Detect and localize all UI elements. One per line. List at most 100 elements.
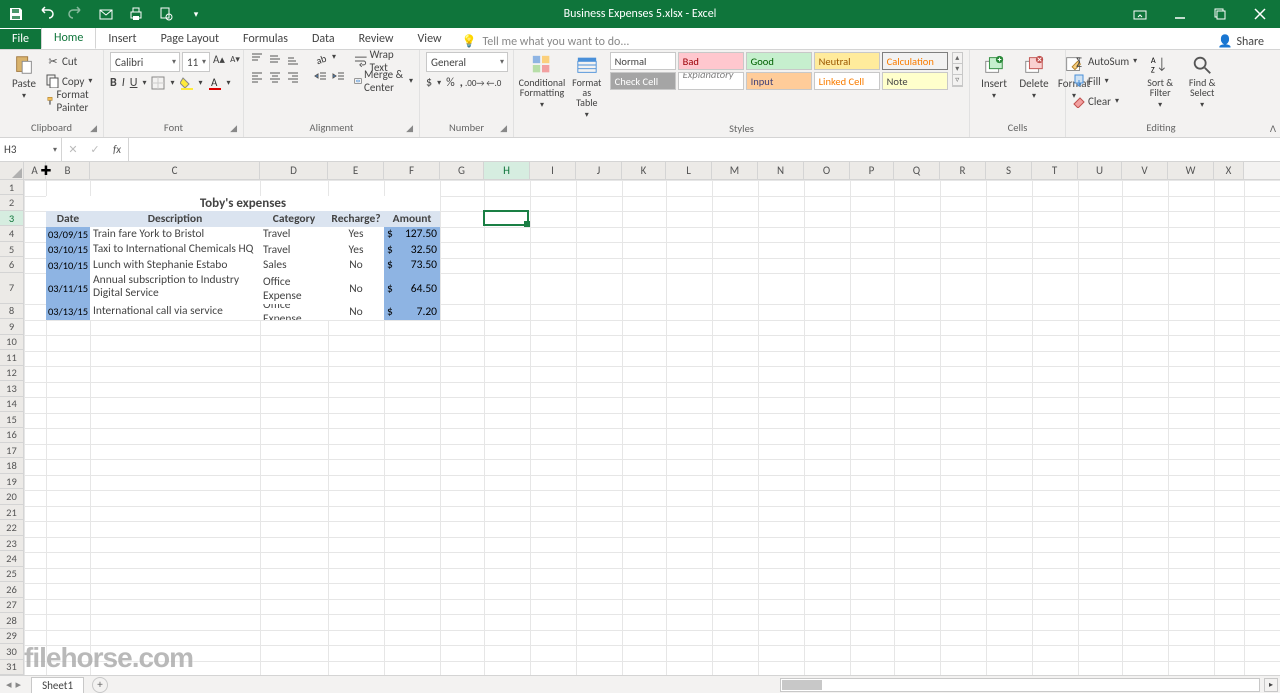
- row-header-9[interactable]: 9: [0, 319, 24, 334]
- font-size-combo[interactable]: 11: [182, 52, 210, 72]
- style-explanatory-[interactable]: Explanatory ...: [678, 72, 744, 90]
- cancel-formula-icon[interactable]: ✕: [62, 143, 84, 156]
- printpreview-icon[interactable]: [158, 6, 174, 22]
- row-header-19[interactable]: 19: [0, 474, 24, 489]
- row-header-27[interactable]: 27: [0, 598, 24, 613]
- col-header-W[interactable]: W: [1168, 162, 1214, 179]
- row-header-14[interactable]: 14: [0, 397, 24, 412]
- percent-format-icon[interactable]: %: [446, 76, 455, 90]
- style-check-cell[interactable]: Check Cell: [610, 72, 676, 90]
- col-header-I[interactable]: I: [530, 162, 576, 179]
- row-header-31[interactable]: 31: [0, 660, 24, 675]
- cell-desc-6[interactable]: Lunch with Stephanie Estabo: [90, 258, 260, 274]
- share-button[interactable]: 👤 Share: [1201, 34, 1280, 49]
- col-header-C[interactable]: C: [90, 162, 260, 179]
- comma-format-icon[interactable]: ,: [460, 76, 463, 90]
- col-header-O[interactable]: O: [804, 162, 850, 179]
- email-icon[interactable]: [98, 6, 114, 22]
- row-header-17[interactable]: 17: [0, 443, 24, 458]
- tab-review[interactable]: Review: [347, 29, 406, 49]
- cell-date-4[interactable]: 03/09/15: [46, 227, 90, 243]
- number-format-combo[interactable]: General: [426, 52, 508, 72]
- cell-cat-8[interactable]: Office Expense: [260, 304, 328, 320]
- tab-formulas[interactable]: Formulas: [231, 29, 300, 49]
- orientation-icon[interactable]: ab: [314, 52, 328, 66]
- paste-button[interactable]: Paste ▾: [6, 52, 42, 103]
- tab-file[interactable]: File: [0, 29, 41, 49]
- cell-date-6[interactable]: 03/10/15: [46, 258, 90, 274]
- cell-title[interactable]: Toby's expenses: [46, 196, 440, 212]
- col-header-M[interactable]: M: [712, 162, 758, 179]
- cell-recharge-5[interactable]: Yes: [328, 242, 384, 258]
- cell-header-amount[interactable]: Amount: [384, 211, 440, 227]
- cell-date-5[interactable]: 03/10/15: [46, 242, 90, 258]
- col-header-L[interactable]: L: [666, 162, 712, 179]
- decrease-decimal-icon[interactable]: ←.0: [487, 76, 501, 90]
- cut-button[interactable]: ✂Cut: [46, 52, 97, 70]
- clipboard-launcher-icon[interactable]: ◢: [90, 123, 97, 134]
- sheet-tab-sheet1[interactable]: Sheet1: [31, 677, 84, 693]
- decrease-indent-icon[interactable]: [314, 70, 328, 84]
- align-middle-icon[interactable]: [268, 52, 282, 66]
- align-left-icon[interactable]: [250, 70, 264, 84]
- row-header-3[interactable]: 3: [0, 211, 24, 226]
- cell-cat-7[interactable]: Office Expense: [260, 273, 328, 304]
- row-header-25[interactable]: 25: [0, 567, 24, 582]
- collapse-ribbon-icon[interactable]: ᐱ: [1270, 124, 1276, 135]
- quickprint-icon[interactable]: [128, 6, 144, 22]
- save-icon[interactable]: [8, 6, 24, 22]
- style-linked-cell[interactable]: Linked Cell: [814, 72, 880, 90]
- cell-amount-5[interactable]: $32.50: [384, 242, 440, 258]
- cell-recharge-8[interactable]: No: [328, 304, 384, 320]
- style-bad[interactable]: Bad: [678, 52, 744, 70]
- cell-desc-8[interactable]: International call via service: [90, 304, 260, 320]
- style-calculation[interactable]: Calculation: [882, 52, 948, 70]
- gallery-scroll[interactable]: ▴▾▿: [952, 52, 963, 87]
- fill-color-icon[interactable]: [180, 76, 194, 90]
- row-header-6[interactable]: 6: [0, 257, 24, 272]
- grow-font-icon[interactable]: A▴: [212, 52, 226, 66]
- row-header-18[interactable]: 18: [0, 458, 24, 473]
- cell-amount-6[interactable]: $73.50: [384, 258, 440, 274]
- find-select-button[interactable]: Find & Select▾: [1183, 52, 1221, 112]
- row-header-15[interactable]: 15: [0, 412, 24, 427]
- increase-decimal-icon[interactable]: .00→: [468, 76, 482, 90]
- col-header-V[interactable]: V: [1122, 162, 1168, 179]
- horizontal-scrollbar[interactable]: [780, 678, 1260, 692]
- cell-cat-6[interactable]: Sales: [260, 258, 328, 274]
- row-header-1[interactable]: 1: [0, 180, 24, 195]
- insert-cells-button[interactable]: Insert▾: [976, 52, 1012, 103]
- fill-button[interactable]: Fill▾: [1072, 72, 1137, 90]
- align-bottom-icon[interactable]: [286, 52, 300, 66]
- number-launcher-icon[interactable]: ◢: [500, 123, 507, 134]
- col-header-B[interactable]: B: [46, 162, 90, 179]
- cell-recharge-4[interactable]: Yes: [328, 227, 384, 243]
- new-sheet-button[interactable]: +: [92, 677, 108, 693]
- col-header-S[interactable]: S: [986, 162, 1032, 179]
- sheet-nav-next-icon[interactable]: ▸: [16, 678, 22, 691]
- align-top-icon[interactable]: [250, 52, 264, 66]
- qat-customize-icon[interactable]: ▾: [188, 6, 204, 22]
- align-center-icon[interactable]: [268, 70, 282, 84]
- tab-view[interactable]: View: [406, 29, 454, 49]
- row-header-26[interactable]: 26: [0, 582, 24, 597]
- increase-indent-icon[interactable]: [332, 70, 346, 84]
- col-header-Q[interactable]: Q: [894, 162, 940, 179]
- col-header-N[interactable]: N: [758, 162, 804, 179]
- sort-filter-button[interactable]: AZ Sort & Filter▾: [1141, 52, 1179, 112]
- col-header-J[interactable]: J: [576, 162, 622, 179]
- row-header-28[interactable]: 28: [0, 613, 24, 628]
- style-note[interactable]: Note: [882, 72, 948, 90]
- cell-date-7[interactable]: 03/11/15: [46, 273, 90, 304]
- row-header-5[interactable]: 5: [0, 242, 24, 257]
- cell-desc-4[interactable]: Train fare York to Bristol: [90, 227, 260, 243]
- col-header-E[interactable]: E: [328, 162, 384, 179]
- row-header-7[interactable]: 7: [0, 273, 24, 304]
- borders-icon[interactable]: [151, 76, 165, 90]
- bold-button[interactable]: B: [110, 76, 117, 90]
- row-header-8[interactable]: 8: [0, 304, 24, 319]
- cell-date-8[interactable]: 03/13/15: [46, 304, 90, 320]
- delete-cells-button[interactable]: Delete▾: [1016, 52, 1052, 103]
- formula-bar[interactable]: [129, 138, 1280, 161]
- italic-button[interactable]: I: [122, 76, 125, 90]
